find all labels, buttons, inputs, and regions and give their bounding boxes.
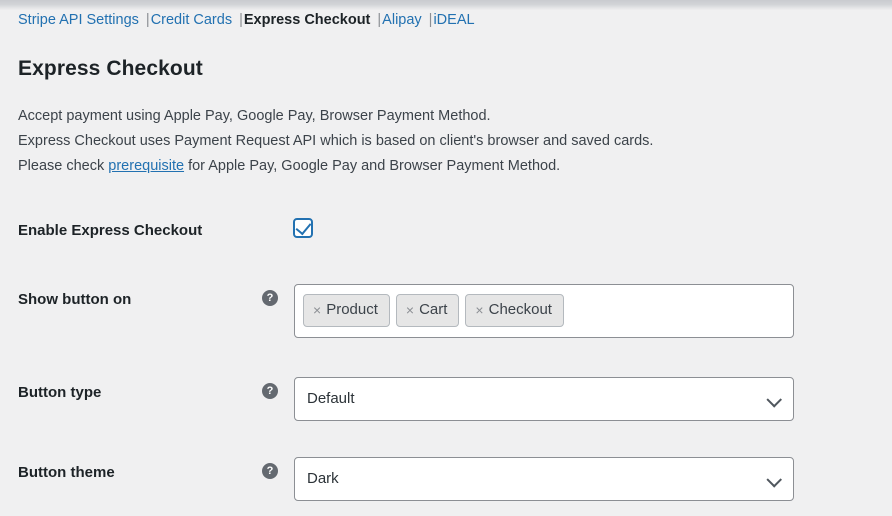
label-enable-express-checkout: Enable Express Checkout [18, 222, 203, 239]
chevron-down-icon [766, 392, 782, 408]
question-mark-icon[interactable]: ? [262, 463, 278, 479]
question-mark-icon[interactable]: ? [262, 290, 278, 306]
token-cart[interactable]: × Cart [395, 294, 460, 327]
nav-separator: | [145, 12, 150, 28]
settings-tab-nav: Stripe API Settings | Credit Cards | Exp… [18, 10, 475, 30]
label-button-theme: Button theme [18, 464, 115, 481]
button-type-selected-value: Default [307, 390, 355, 407]
help-cell-show-button-on: ? [262, 284, 294, 306]
token-checkout[interactable]: × Checkout [465, 294, 564, 327]
help-cell-button-type: ? [262, 377, 294, 399]
nav-separator: | [377, 12, 382, 28]
label-show-button-on: Show button on [18, 291, 132, 308]
remove-token-icon[interactable]: × [313, 299, 321, 321]
field-row-button-type: Button type ? Default [0, 377, 892, 421]
description-line-1: Accept payment using Apple Pay, Google P… [18, 108, 491, 124]
field-row-enable-express-checkout: Enable Express Checkout [0, 215, 892, 243]
tab-express-checkout[interactable]: Express Checkout [244, 10, 371, 30]
page-title: Express Checkout [18, 57, 203, 80]
chevron-down-icon [766, 472, 782, 488]
enable-express-checkout-checkbox[interactable] [293, 218, 313, 238]
description-line-2: Express Checkout uses Payment Request AP… [18, 133, 654, 149]
button-theme-selected-value: Dark [307, 470, 339, 487]
tab-ideal[interactable]: iDEAL [433, 10, 474, 30]
description-line-3: Please check prerequisite for Apple Pay,… [18, 154, 653, 179]
help-cell-button-theme: ? [262, 457, 294, 479]
field-row-show-button-on: Show button on ? × Product × Cart × Chec… [0, 284, 892, 338]
page-description: Accept payment using Apple Pay, Google P… [18, 104, 653, 179]
description-line-3-before: Please check [18, 158, 109, 174]
question-mark-icon[interactable]: ? [262, 383, 278, 399]
token-label: Cart [419, 301, 448, 318]
prerequisite-link[interactable]: prerequisite [108, 158, 184, 174]
show-button-on-token-input[interactable]: × Product × Cart × Checkout [294, 284, 794, 338]
description-line-3-after: for Apple Pay, Google Pay and Browser Pa… [184, 158, 561, 174]
enable-express-checkout-cell [262, 215, 313, 243]
tab-credit-cards[interactable]: Credit Cards [151, 10, 232, 30]
checkmark-icon [295, 218, 312, 236]
button-theme-select[interactable]: Dark [294, 457, 794, 501]
nav-separator: | [239, 12, 243, 28]
label-button-type: Button type [18, 384, 102, 401]
token-product[interactable]: × Product [303, 294, 390, 327]
token-label: Checkout [488, 301, 552, 318]
remove-token-icon[interactable]: × [475, 299, 483, 321]
remove-token-icon[interactable]: × [406, 299, 414, 321]
settings-page: Stripe API Settings | Credit Cards | Exp… [0, 0, 892, 516]
tab-stripe-api-settings[interactable]: Stripe API Settings [18, 10, 139, 30]
tab-alipay[interactable]: Alipay [382, 10, 422, 30]
field-row-button-theme: Button theme ? Dark [0, 457, 892, 501]
button-type-select[interactable]: Default [294, 377, 794, 421]
nav-separator: | [428, 12, 433, 28]
token-label: Product [326, 301, 378, 318]
